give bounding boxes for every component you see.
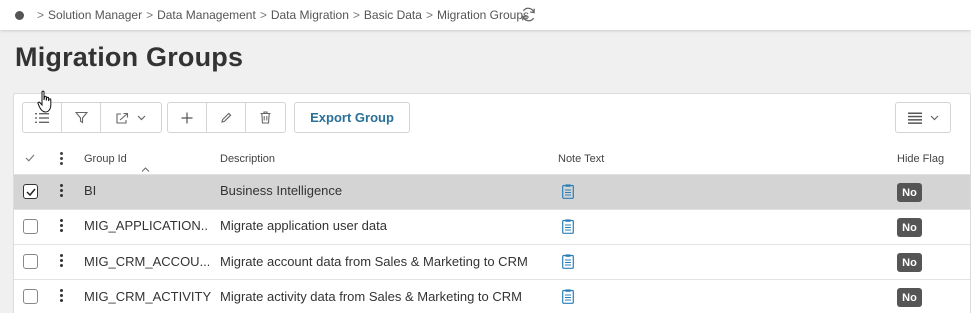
hide-flag-badge: No: [897, 253, 922, 272]
page-title: Migration Groups: [15, 42, 244, 72]
row-checkbox[interactable]: [23, 289, 38, 304]
cell-description: Migrate account data from Sales & Market…: [220, 254, 528, 269]
checkmark-icon: [26, 188, 36, 197]
check-all-icon[interactable]: [25, 154, 35, 162]
add-icon: [181, 112, 193, 123]
table-view-button[interactable]: [895, 102, 951, 133]
export-menu-button[interactable]: [101, 103, 161, 132]
breadcrumb-separator: >: [425, 8, 433, 22]
top-bar: > Solution Manager > Data Management > D…: [0, 0, 971, 30]
breadcrumb-separator: >: [259, 8, 267, 22]
breadcrumb-separator: >: [37, 8, 45, 22]
table-header: Group Id Description Note Text Hide Flag: [14, 146, 970, 174]
hide-flag-badge: No: [897, 288, 922, 307]
export-group-button[interactable]: Export Group: [294, 102, 410, 133]
row-checkbox[interactable]: [23, 219, 38, 234]
breadcrumb-item-basic-data[interactable]: Basic Data: [364, 8, 422, 22]
cell-description: Migrate application user data: [220, 218, 387, 233]
refresh-icon[interactable]: [520, 6, 537, 23]
table-row[interactable]: MIG_APPLICATION... Migrate application u…: [14, 209, 970, 244]
row-checkbox[interactable]: [23, 254, 38, 269]
table-row[interactable]: BI Business Intelligence No: [14, 174, 970, 209]
table-row[interactable]: MIG_CRM_ACCOU... Migrate account data fr…: [14, 244, 970, 279]
cell-group-id: BI: [84, 183, 97, 198]
chevron-down-icon: [137, 115, 146, 120]
edit-button[interactable]: [207, 103, 246, 132]
breadcrumb-item-data-management[interactable]: Data Management: [157, 8, 256, 22]
note-icon[interactable]: [562, 254, 574, 269]
cell-description: Business Intelligence: [220, 183, 343, 198]
add-button[interactable]: [168, 103, 207, 132]
hide-flag-badge: No: [897, 218, 922, 237]
toolbar-edit-group: [167, 102, 286, 133]
chevron-down-icon: [930, 115, 938, 120]
breadcrumb-item-solution-manager[interactable]: Solution Manager: [48, 8, 142, 22]
hide-flag-badge: No: [897, 183, 922, 202]
cell-group-id: MIG_CRM_ACTIVITY: [84, 289, 212, 304]
cell-group-id: MIG_CRM_ACCOU...: [84, 254, 209, 269]
table-view-icon: [907, 112, 922, 124]
export-icon: [116, 112, 129, 124]
column-header-hide-flag[interactable]: Hide Flag: [897, 153, 944, 165]
row-checkbox[interactable]: [23, 184, 38, 199]
row-kebab-icon[interactable]: [60, 219, 64, 235]
breadcrumb-separator: >: [352, 8, 360, 22]
filter-icon: [74, 111, 88, 124]
column-header-note-text[interactable]: Note Text: [558, 153, 604, 165]
note-icon[interactable]: [562, 289, 574, 304]
column-header-group-id[interactable]: Group Id: [84, 153, 127, 165]
delete-button[interactable]: [246, 103, 285, 132]
breadcrumb-item-data-migration[interactable]: Data Migration: [271, 8, 349, 22]
filter-button[interactable]: [62, 103, 101, 132]
row-kebab-icon[interactable]: [60, 184, 64, 200]
cell-group-id: MIG_APPLICATION...: [84, 218, 209, 233]
note-icon[interactable]: [562, 219, 574, 234]
row-kebab-icon[interactable]: [60, 289, 64, 305]
breadcrumb-separator: >: [146, 8, 154, 22]
delete-icon: [260, 111, 271, 124]
note-icon[interactable]: [562, 184, 574, 199]
cell-description: Migrate activity data from Sales & Marke…: [220, 289, 522, 304]
home-dot-icon[interactable]: [15, 11, 24, 20]
table-row[interactable]: MIG_CRM_ACTIVITY Migrate activity data f…: [14, 279, 970, 313]
column-header-description[interactable]: Description: [220, 153, 275, 165]
migration-groups-panel: Export Group Group Id Description Note T…: [13, 93, 971, 313]
breadcrumb-item-migration-groups: Migration Groups: [436, 8, 529, 22]
sort-asc-icon[interactable]: [141, 167, 150, 172]
header-kebab-icon[interactable]: [60, 152, 64, 165]
breadcrumb: > Solution Manager > Data Management > D…: [33, 8, 529, 22]
hand-cursor-icon: [37, 90, 52, 113]
edit-icon: [221, 112, 232, 123]
row-kebab-icon[interactable]: [60, 254, 64, 270]
